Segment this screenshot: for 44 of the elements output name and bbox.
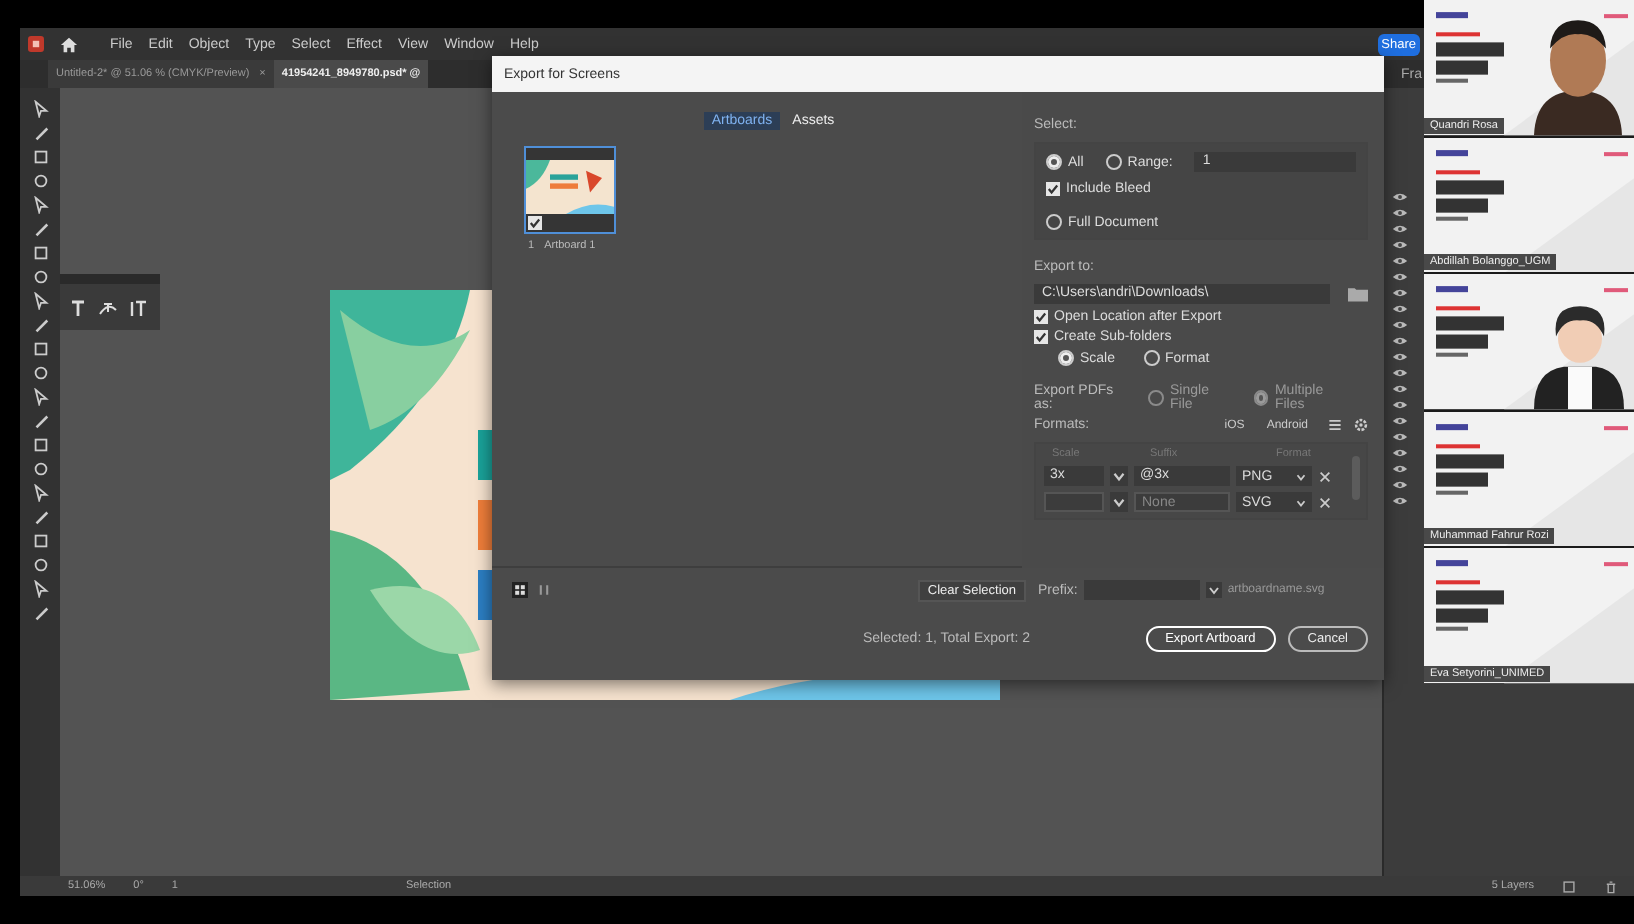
radio-button[interactable] [1046, 214, 1062, 230]
type-on-path-icon[interactable] [98, 298, 118, 318]
visibility-eye-icon[interactable] [1392, 320, 1408, 330]
settings-icon[interactable] [1354, 418, 1368, 432]
visibility-eye-icon[interactable] [1392, 272, 1408, 282]
list-view-icon[interactable] [536, 582, 552, 598]
visibility-eye-icon[interactable] [1392, 192, 1408, 202]
visibility-eye-icon[interactable] [1392, 352, 1408, 362]
radio-button[interactable] [1143, 350, 1160, 366]
visibility-eye-icon[interactable] [1392, 496, 1408, 506]
folder-icon[interactable] [1348, 286, 1368, 302]
list-icon[interactable] [1328, 418, 1342, 432]
visibility-eye-icon[interactable] [1392, 304, 1408, 314]
visibility-eye-icon[interactable] [1392, 336, 1408, 346]
radio-button[interactable] [1046, 154, 1062, 170]
visibility-eye-icon[interactable] [1392, 224, 1408, 234]
visibility-eye-icon[interactable] [1392, 240, 1408, 250]
visibility-eye-icon[interactable] [1392, 480, 1408, 490]
checkbox[interactable] [1034, 330, 1048, 344]
delete-icon[interactable] [1604, 879, 1618, 893]
new-layer-icon[interactable] [1562, 879, 1576, 893]
artboard-thumbnail[interactable] [524, 146, 616, 234]
dropdown-arrow-icon[interactable] [1205, 582, 1222, 598]
checkbox[interactable] [1046, 182, 1060, 196]
radio-button[interactable] [1105, 154, 1122, 170]
visibility-eye-icon[interactable] [1392, 400, 1408, 410]
checkbox[interactable] [1034, 310, 1048, 324]
radio-button[interactable] [1058, 350, 1074, 366]
type-tool-icon[interactable] [68, 298, 88, 318]
visibility-eye-icon[interactable] [1392, 256, 1408, 266]
visibility-eye-icon[interactable] [1392, 448, 1408, 458]
visibility-eye-icon[interactable] [1392, 288, 1408, 298]
visibility-eye-icon[interactable] [1392, 432, 1408, 442]
visibility-eye-icon[interactable] [1392, 416, 1408, 426]
visibility-eye-icon[interactable] [1392, 208, 1408, 218]
remove-icon[interactable] [1318, 469, 1332, 483]
visibility-eye-icon[interactable] [1392, 368, 1408, 378]
grid-view-icon[interactable] [512, 582, 528, 598]
visibility-eye-icon[interactable] [1392, 464, 1408, 474]
vertical-type-icon[interactable] [128, 298, 148, 318]
visibility-eye-icon[interactable] [1392, 384, 1408, 394]
app-logo-icon[interactable] [28, 36, 44, 52]
home-icon[interactable] [60, 35, 78, 53]
checkbox[interactable] [528, 216, 542, 230]
